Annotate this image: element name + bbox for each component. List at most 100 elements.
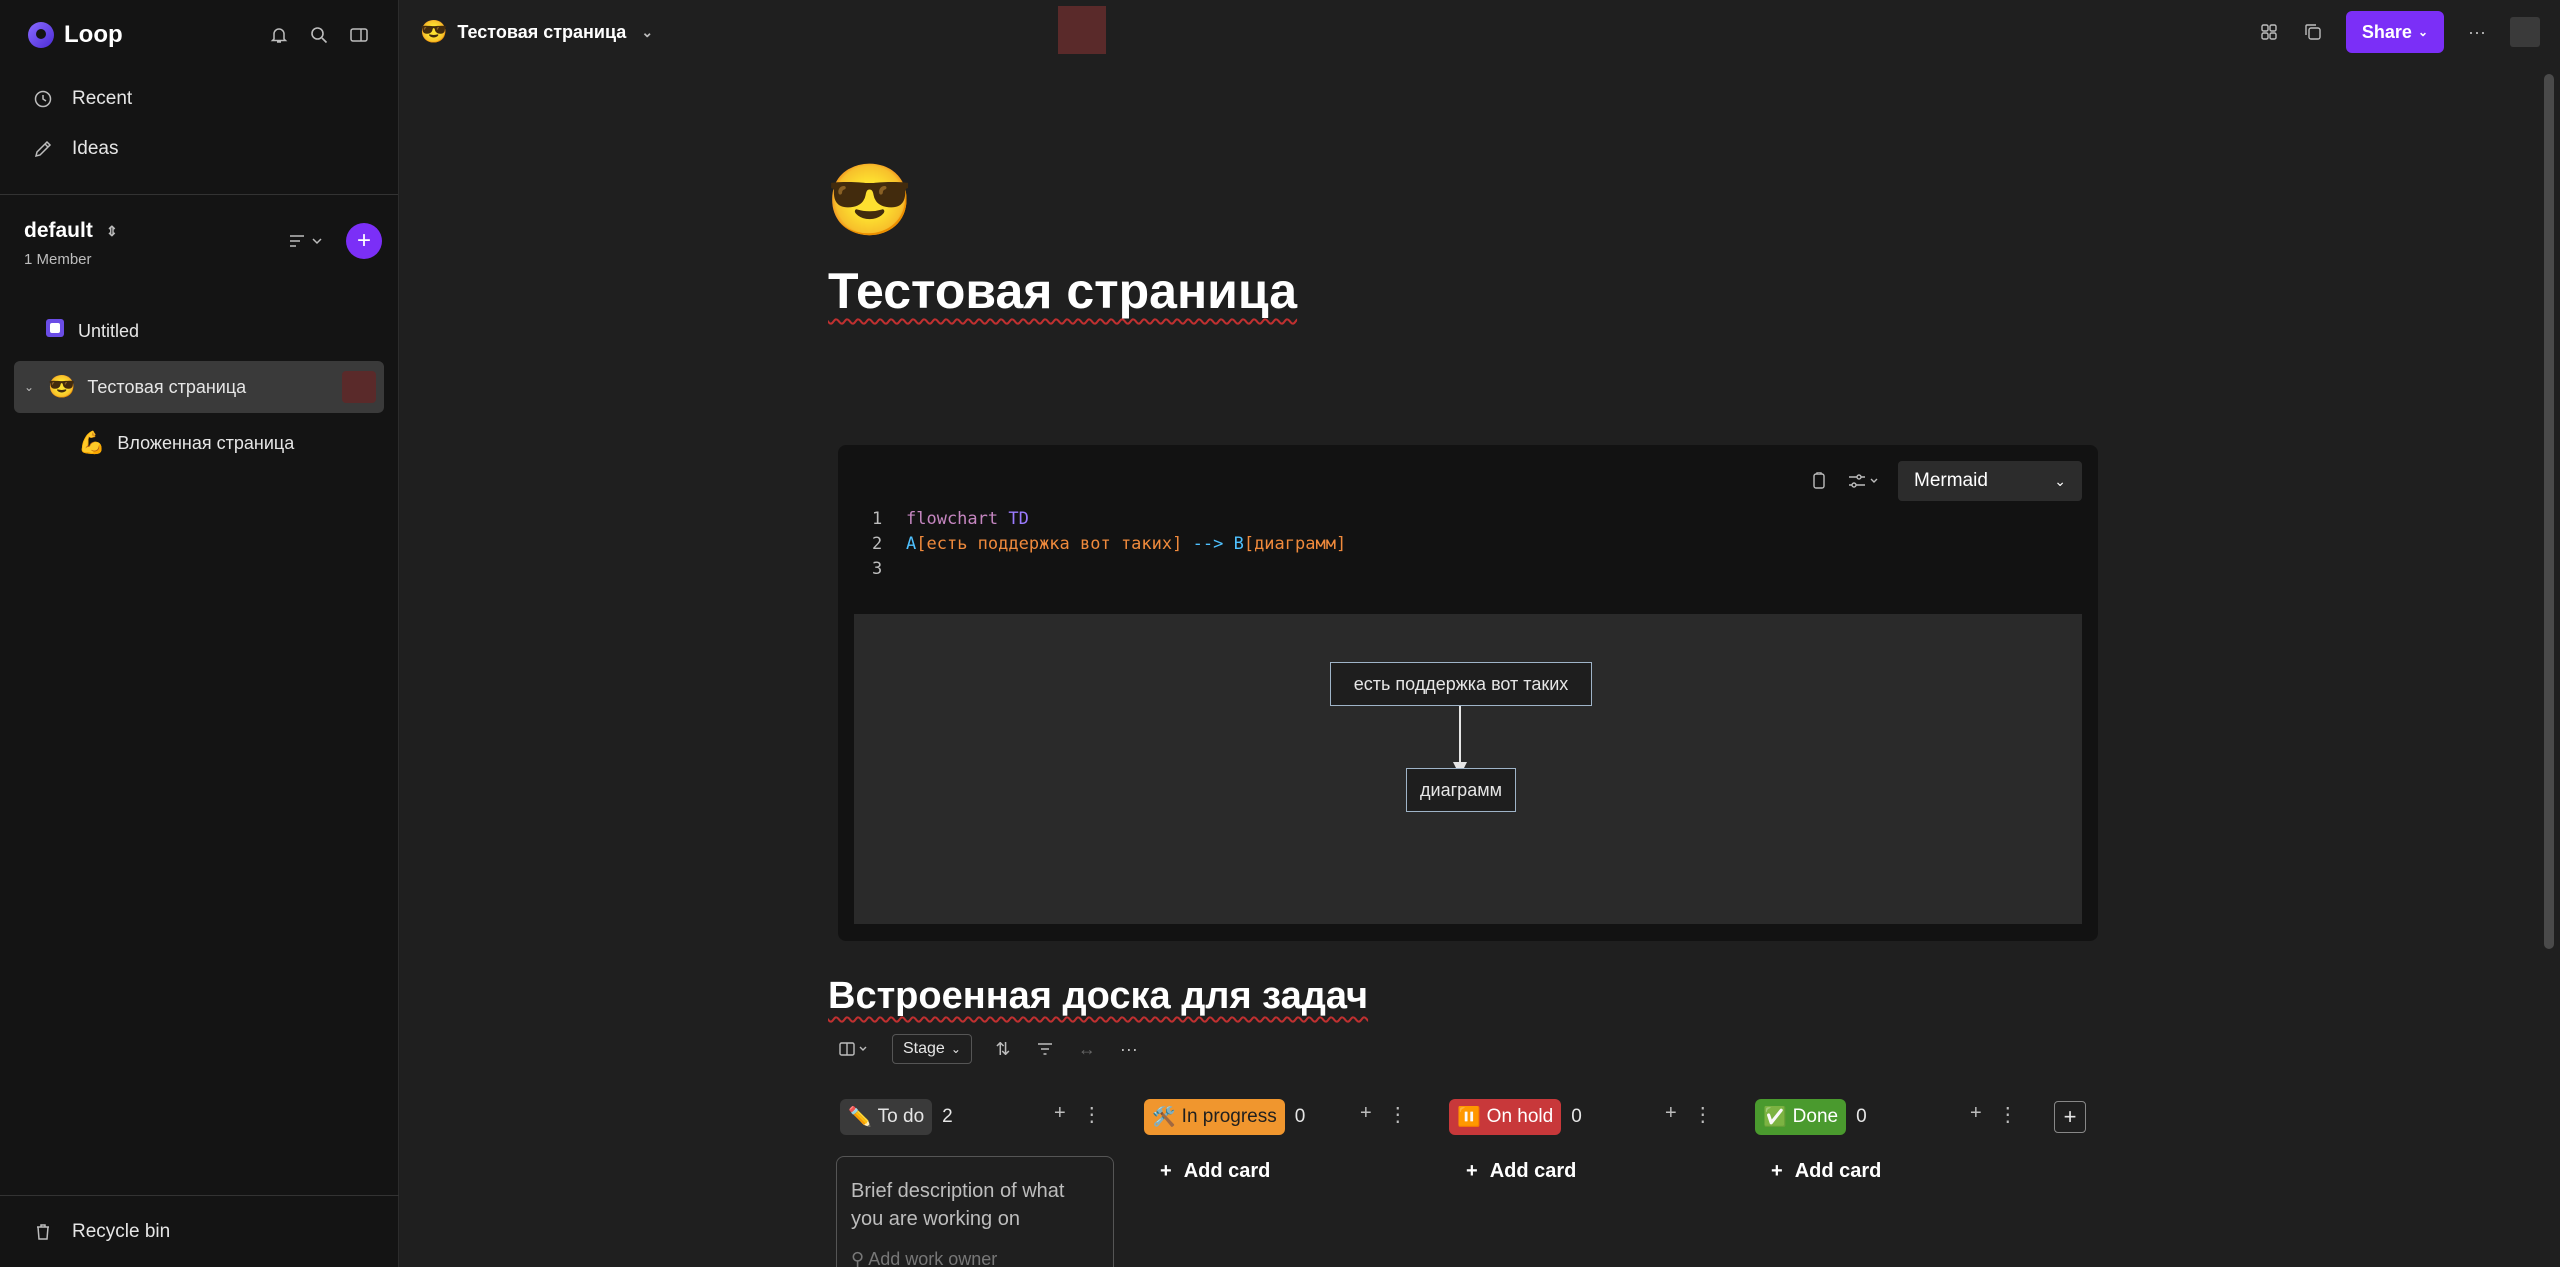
more-vertical-icon[interactable]: ⋮ [1998, 1102, 2018, 1127]
sidebar-item-ideas[interactable]: Ideas [16, 124, 382, 174]
search-icon[interactable] [308, 24, 330, 46]
add-page-button[interactable]: + [346, 223, 382, 259]
view-layout-icon[interactable] [838, 1038, 872, 1060]
loop-logo-icon [28, 22, 54, 48]
page-emoji-icon[interactable]: 😎 [826, 160, 913, 242]
sort-view-icon[interactable] [286, 230, 326, 252]
chevron-down-icon: ⌄ [2417, 25, 2428, 39]
card-owner-field[interactable]: ⚲ Add work owner [851, 1245, 1099, 1267]
pencil-emoji-icon: ✏️ [848, 1107, 872, 1128]
sunglasses-emoji-icon: 😎 [420, 19, 448, 44]
add-card-label: Add card [1794, 1160, 1882, 1182]
flexed-biceps-emoji-icon: 💪 [78, 430, 106, 455]
stage-tag-on-hold[interactable]: ⏸️ On hold [1449, 1099, 1562, 1135]
components-icon[interactable] [2258, 21, 2280, 43]
code-token: B [1233, 534, 1244, 554]
more-vertical-icon[interactable]: ⋮ [1082, 1102, 1102, 1127]
column-actions: + ⋮ [1360, 1102, 1408, 1127]
group-by-select[interactable]: Stage ⌄ [892, 1034, 972, 1064]
chevron-down-icon: ⌄ [950, 1042, 961, 1056]
page-item-nested-page[interactable]: 💪 Вложенная страница [14, 417, 384, 469]
column-count: 2 [942, 1106, 953, 1127]
copy-component-icon[interactable] [2302, 21, 2324, 43]
collapse-sidebar-icon[interactable] [348, 24, 370, 46]
add-card-button[interactable]: + Add card [1160, 1160, 1270, 1183]
column-count: 0 [1571, 1106, 1582, 1127]
scrollbar[interactable] [2544, 74, 2554, 949]
add-icon[interactable]: + [1054, 1102, 1066, 1127]
resize-columns-icon[interactable]: ↔ [1076, 1038, 1098, 1060]
sidebar-item-recent[interactable]: Recent [16, 74, 382, 124]
sort-icon[interactable]: ⇅ [992, 1038, 1014, 1060]
stage-tag-in-progress[interactable]: 🛠️ In progress [1144, 1099, 1285, 1135]
add-column-button[interactable]: + [2054, 1101, 2086, 1133]
page-item-label: Тестовая страница [87, 376, 247, 397]
breadcrumb-title: Тестовая страница [457, 21, 627, 42]
more-vertical-icon[interactable]: ⋮ [1693, 1102, 1713, 1127]
more-options-icon[interactable]: ··· [1118, 1038, 1140, 1060]
more-options-icon[interactable]: ··· [2466, 21, 2488, 43]
language-select[interactable]: Mermaid ⌄ [1898, 461, 2082, 501]
workspace-header: default ⇕ 1 Member + [0, 195, 398, 305]
code-line: 1 flowchart TD [872, 507, 1346, 532]
add-icon[interactable]: + [1360, 1102, 1372, 1127]
page-title[interactable]: Тестовая страница [828, 262, 1297, 320]
tools-emoji-icon: 🛠️ [1152, 1107, 1176, 1128]
group-by-value: Stage [903, 1040, 945, 1057]
add-icon[interactable]: + [1970, 1102, 1982, 1127]
more-vertical-icon[interactable]: ⋮ [1388, 1102, 1408, 1127]
diagram-node-a: есть поддержка вот таких [1330, 662, 1592, 706]
add-icon: + [1160, 1160, 1172, 1182]
task-card-draft[interactable]: Brief description of what you are workin… [836, 1156, 1114, 1267]
column-count: 0 [1294, 1106, 1306, 1127]
code-block[interactable]: Mermaid ⌄ 1 flowchart TD 2 A[есть поддержк… [838, 445, 2098, 941]
recycle-bin[interactable]: Recycle bin [0, 1195, 399, 1267]
page-item-label: Untitled [78, 320, 140, 341]
stage-tag-todo[interactable]: ✏️ To do [840, 1099, 933, 1135]
code-token: TD [1008, 509, 1029, 529]
page-item-untitled[interactable]: Untitled [14, 305, 384, 357]
chevron-down-icon: ⌄ [2054, 472, 2066, 489]
clock-icon [32, 88, 54, 110]
copy-code-icon[interactable] [1808, 470, 1830, 492]
sidebar-item-label: Ideas [72, 138, 119, 159]
diagram-node-b: диаграмм [1406, 768, 1516, 812]
page-options-button[interactable] [342, 371, 376, 403]
chevron-down-icon[interactable]: ⌄ [22, 376, 36, 398]
add-icon[interactable]: + [1665, 1102, 1677, 1127]
add-card-button[interactable]: + Add card [1466, 1160, 1576, 1183]
loop-logo[interactable]: Loop [28, 21, 123, 49]
card-owner-placeholder: Add work owner [868, 1249, 998, 1267]
board-column-on-hold: ⏸️ On hold 0 [1449, 1098, 1582, 1136]
card-description-placeholder[interactable]: Brief description of what you are workin… [851, 1177, 1099, 1233]
board-column-in-progress: 🛠️ In progress 0 [1144, 1098, 1305, 1136]
sidebar-item-label: Recent [72, 88, 133, 109]
column-label: Done [1792, 1106, 1839, 1127]
board-title[interactable]: Встроенная доска для задач [828, 975, 1368, 1018]
loop-page-icon [44, 317, 66, 345]
language-select-value: Mermaid [1914, 470, 1988, 491]
code-settings-icon[interactable] [1846, 470, 1882, 492]
page-item-test-page[interactable]: ⌄ 😎 Тестовая страница [14, 361, 384, 413]
column-label: To do [877, 1106, 925, 1127]
share-button[interactable]: Share ⌄ [2345, 11, 2444, 53]
code-token: flowchart [906, 509, 999, 529]
profile-avatar[interactable] [2510, 17, 2540, 47]
filter-icon[interactable] [1034, 1038, 1056, 1060]
add-card-button[interactable]: + Add card [1771, 1160, 1881, 1183]
code-editor[interactable]: 1 flowchart TD 2 A[есть поддержка вот таки… [872, 507, 1346, 582]
stage-tag-done[interactable]: ✅ Done [1755, 1099, 1847, 1135]
sunglasses-emoji-icon: 😎 [48, 374, 76, 399]
add-icon: + [1466, 1160, 1478, 1182]
pen-icon [32, 138, 54, 160]
breadcrumb[interactable]: 😎 Тестовая страница ⌄ [420, 19, 658, 45]
workspace-name: default [24, 219, 93, 242]
bell-icon[interactable] [268, 24, 290, 46]
add-card-label: Add card [1183, 1160, 1271, 1182]
chevron-updown-icon: ⇕ [105, 222, 118, 239]
code-token: A [906, 534, 917, 554]
column-actions: + ⋮ [1665, 1102, 1713, 1127]
highlight-marker [1058, 6, 1106, 54]
trash-icon [32, 1221, 54, 1243]
column-label: On hold [1486, 1106, 1554, 1127]
